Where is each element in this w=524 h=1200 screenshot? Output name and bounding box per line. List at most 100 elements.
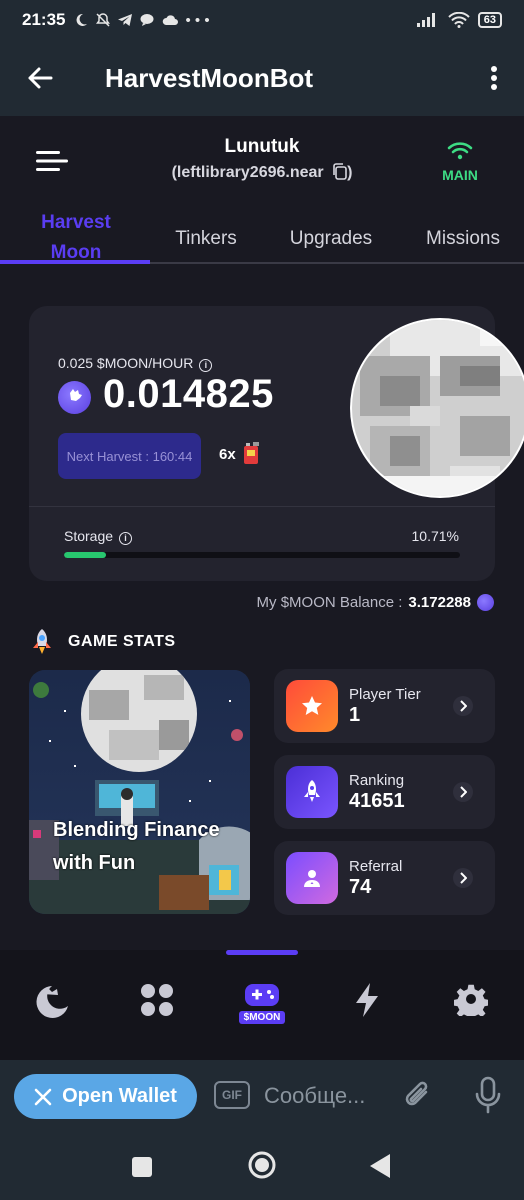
- system-back-button[interactable]: [368, 1153, 392, 1184]
- referral-label: Referral: [349, 858, 403, 875]
- harvest-rate: 0.025 $MOON/HOUR i: [58, 355, 213, 372]
- storage-progress-fill: [64, 552, 107, 558]
- back-button[interactable]: [0, 40, 80, 116]
- storage-percent: 10.71%: [411, 528, 459, 544]
- wifi-network-icon: [447, 142, 473, 160]
- recents-button[interactable]: [131, 1156, 153, 1183]
- square-icon: [132, 1157, 152, 1177]
- chevron-right-icon[interactable]: [453, 782, 473, 802]
- nav-boost[interactable]: [337, 982, 397, 1042]
- player-tier-value: 1: [349, 704, 361, 726]
- harvest-multiplier: 6x: [219, 446, 236, 463]
- tab-upgrades[interactable]: Upgrades: [278, 224, 384, 254]
- wifi-icon: [448, 12, 470, 28]
- ranking-label: Ranking: [349, 772, 405, 789]
- telegram-status-icon: [118, 14, 133, 26]
- tab-harvest-moon[interactable]: Harvest Moon: [24, 208, 128, 268]
- info-icon[interactable]: i: [199, 359, 213, 372]
- harvest-amount: 0.014825: [103, 372, 274, 416]
- kebab-menu-icon: [491, 66, 497, 90]
- gear-icon: [454, 984, 488, 1016]
- mute-bell-icon: [96, 13, 111, 27]
- rocket-icon: [286, 766, 338, 818]
- storage-label-text: Storage: [64, 528, 114, 544]
- mini-app: Lunutuk (leftlibrary2696.near ) MAIN Har…: [0, 116, 524, 1060]
- star-icon: [286, 680, 338, 732]
- network-label: MAIN: [442, 167, 478, 183]
- moon-icon: [36, 986, 68, 1018]
- nav-settings[interactable]: [441, 982, 501, 1042]
- microphone-icon: [475, 1076, 501, 1114]
- nav-moon-badge: $MOON: [238, 1011, 286, 1024]
- player-tier-card[interactable]: Player Tier 1: [274, 669, 495, 743]
- close-icon: [34, 1088, 52, 1105]
- rocket-emoji-icon: [33, 629, 51, 654]
- open-wallet-label: Open Wallet: [62, 1085, 177, 1107]
- storage-info-icon[interactable]: i: [119, 532, 133, 545]
- person-icon: [286, 852, 338, 904]
- tab-missions[interactable]: Missions: [414, 224, 512, 254]
- cloud-status-icon: [163, 15, 179, 25]
- gif-button[interactable]: GIF: [214, 1081, 250, 1109]
- fuel-can-icon[interactable]: [242, 441, 262, 470]
- copy-icon[interactable]: [332, 163, 347, 185]
- status-notification-icons: • • •: [73, 12, 210, 29]
- nav-tinkers[interactable]: [127, 982, 187, 1042]
- more-menu-button[interactable]: [464, 65, 524, 91]
- account-close-paren: ): [347, 164, 353, 181]
- triangle-back-icon: [370, 1154, 390, 1178]
- referral-card[interactable]: Referral 74: [274, 841, 495, 915]
- balance-value: 3.172288: [408, 594, 471, 611]
- tab-harvest-moon-line1: Harvest: [41, 212, 111, 233]
- battery-indicator: 63: [477, 12, 502, 28]
- grid-icon: [141, 984, 173, 1016]
- tab-bar: Harvest Moon Tinkers Upgrades Missions: [0, 208, 524, 264]
- storage-label: Storage i: [64, 528, 133, 545]
- game-art-caption: Blending Finance with Fun: [53, 819, 220, 874]
- active-tab-underline: [0, 260, 150, 264]
- chevron-right-icon[interactable]: [453, 696, 473, 716]
- circle-icon: [248, 1151, 276, 1179]
- gamepad-icon: [245, 984, 279, 1006]
- nav-harvest[interactable]: [22, 982, 82, 1042]
- pixel-moon-image[interactable]: [350, 296, 524, 526]
- network-indicator[interactable]: MAIN: [436, 142, 484, 183]
- back-arrow-icon: [28, 67, 53, 89]
- account-id: (leftlibrary2696.near: [171, 164, 324, 181]
- storage-progress-bar: [64, 552, 460, 558]
- ranking-value: 41651: [349, 790, 405, 812]
- moon-coin-icon: [58, 381, 91, 414]
- home-button[interactable]: [247, 1150, 277, 1185]
- voice-button[interactable]: [474, 1076, 502, 1119]
- moon-coin-small-icon: [477, 594, 494, 611]
- bottom-nav-active-indicator: [226, 950, 298, 955]
- player-tier-label: Player Tier: [349, 686, 421, 703]
- nav-moon-game[interactable]: $MOON: [232, 982, 292, 1042]
- chevron-right-icon[interactable]: [453, 868, 473, 888]
- open-wallet-button[interactable]: Open Wallet: [14, 1074, 197, 1119]
- signal-icon: [416, 13, 435, 27]
- moon-status-icon: [77, 13, 88, 26]
- message-input-bar: Open Wallet GIF: [0, 1060, 524, 1132]
- chat-title: HarvestMoonBot: [105, 62, 314, 93]
- chat-header: HarvestMoonBot: [0, 40, 524, 116]
- app-topbar: Lunutuk (leftlibrary2696.near ) MAIN: [0, 116, 524, 206]
- tab-tinkers[interactable]: Tinkers: [160, 224, 252, 254]
- status-time: 21:35: [22, 10, 66, 29]
- system-navigation-bar: [0, 1132, 524, 1200]
- game-art-card: Blending Finance with Fun: [29, 670, 250, 914]
- message-input[interactable]: [264, 1078, 388, 1114]
- game-stats-header: GAME STATS: [30, 628, 176, 656]
- harvest-rate-text: 0.025 $MOON/HOUR: [58, 355, 194, 371]
- balance-label: My $MOON Balance :: [256, 594, 403, 611]
- moon-balance: My $MOON Balance : 3.172288: [257, 594, 494, 611]
- paperclip-icon: [405, 1081, 428, 1106]
- attach-button[interactable]: [402, 1078, 434, 1119]
- referral-value: 74: [349, 876, 372, 898]
- chat-status-icon: [140, 14, 154, 26]
- next-harvest-button[interactable]: Next Harvest : 160:44: [58, 433, 201, 479]
- bolt-icon: [356, 983, 378, 1017]
- game-stats-title: GAME STATS: [68, 633, 176, 650]
- status-bar: 21:35 • • • 63: [0, 0, 524, 40]
- ranking-card[interactable]: Ranking 41651: [274, 755, 495, 829]
